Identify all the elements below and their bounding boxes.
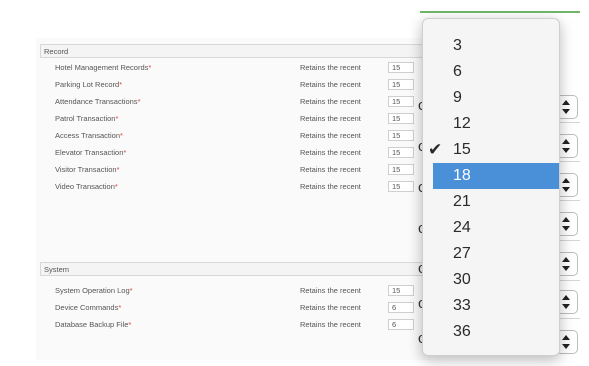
- retention-value-field[interactable]: 15: [388, 96, 414, 107]
- retention-row: Visitor Transaction* Retains the recent 15: [36, 163, 431, 177]
- retention-row: Parking Lot Record* Retains the recent 15: [36, 78, 431, 92]
- retention-value-field[interactable]: 15: [388, 79, 414, 90]
- retention-item-name: Access Transaction*: [55, 131, 123, 140]
- dropdown-option[interactable]: 27: [423, 241, 559, 267]
- dropdown-option[interactable]: 6: [423, 59, 559, 85]
- option-label: 6: [453, 63, 462, 80]
- retention-item-name: Parking Lot Record*: [55, 80, 123, 89]
- required-marker: *: [128, 320, 132, 329]
- retention-value-field[interactable]: 15: [388, 181, 414, 192]
- retains-label: Retains the recent: [300, 80, 361, 89]
- dropdown-option[interactable]: 3: [423, 33, 559, 59]
- retention-row: Access Transaction* Retains the recent 15: [36, 129, 431, 143]
- required-marker: *: [123, 148, 127, 157]
- retains-label: Retains the recent: [300, 97, 361, 106]
- retains-label: Retains the recent: [300, 165, 361, 174]
- check-icon: ✔: [428, 140, 443, 159]
- retention-row: Attendance Transactions* Retains the rece…: [36, 95, 431, 109]
- retention-item-name: Hotel Management Records*: [55, 63, 152, 72]
- record-section-header: Record: [40, 44, 431, 58]
- retains-label: Retains the recent: [300, 131, 361, 140]
- retains-label: Retains the recent: [300, 320, 361, 329]
- retains-label: Retains the recent: [300, 286, 361, 295]
- retention-row: System Operation Log* Retains the recent 1…: [36, 284, 431, 298]
- required-marker: *: [119, 80, 123, 89]
- dropdown-option[interactable]: 12: [423, 111, 559, 137]
- dropdown-option[interactable]: 30: [423, 267, 559, 293]
- top-accent-line: [420, 11, 580, 13]
- retention-item-name: Device Commands*: [55, 303, 122, 312]
- retention-value-field[interactable]: 15: [388, 285, 414, 296]
- option-label: 36: [453, 323, 471, 340]
- required-marker: *: [114, 182, 118, 191]
- retention-row: Patrol Transaction* Retains the recent 15: [36, 112, 431, 126]
- dropdown-option[interactable]: 9: [423, 85, 559, 111]
- required-marker: *: [129, 286, 133, 295]
- option-label: 24: [453, 219, 471, 236]
- option-label: 12: [453, 115, 471, 132]
- option-label: 21: [453, 193, 471, 210]
- option-label: 18: [453, 167, 471, 184]
- dropdown-option[interactable]: 18: [433, 163, 559, 189]
- retention-row: Database Backup File* Retains the recent 6: [36, 318, 431, 332]
- retention-row: Video Transaction* Retains the recent 15: [36, 180, 431, 194]
- option-label: 33: [453, 297, 471, 314]
- retains-label: Retains the recent: [300, 303, 361, 312]
- retention-value-field[interactable]: 15: [388, 130, 414, 141]
- required-marker: *: [120, 131, 123, 140]
- retention-item-name: Attendance Transactions*: [55, 97, 141, 106]
- required-marker: *: [137, 97, 141, 106]
- required-marker: *: [115, 114, 119, 123]
- data-retention-panel: Record Hotel Management Records* Retains …: [36, 38, 431, 360]
- retention-days-dropdown[interactable]: 3 6 9 12 ✔ 15 18 21 24 27 30 33 36: [422, 18, 560, 356]
- retains-label: Retains the recent: [300, 148, 361, 157]
- system-section-header: System: [40, 262, 431, 276]
- retains-label: Retains the recent: [300, 182, 361, 191]
- dropdown-option[interactable]: 36: [423, 319, 559, 345]
- required-marker: *: [118, 303, 122, 312]
- option-label: 30: [453, 271, 471, 288]
- retention-value-field[interactable]: 15: [388, 164, 414, 175]
- retention-value-field[interactable]: 15: [388, 113, 414, 124]
- retains-label: Retains the recent: [300, 63, 361, 72]
- retention-value-field[interactable]: 6: [388, 302, 414, 313]
- retains-label: Retains the recent: [300, 114, 361, 123]
- retention-row: Elevator Transaction* Retains the recent 1…: [36, 146, 431, 160]
- required-marker: *: [116, 165, 120, 174]
- retention-item-name: System Operation Log*: [55, 286, 133, 295]
- dropdown-option[interactable]: 33: [423, 293, 559, 319]
- retention-item-name: Visitor Transaction*: [55, 165, 120, 174]
- retention-item-name: Database Backup File*: [55, 320, 132, 329]
- dropdown-option[interactable]: 21: [423, 189, 559, 215]
- dropdown-option[interactable]: ✔ 15: [423, 137, 559, 163]
- retention-row: Device Commands* Retains the recent 6: [36, 301, 431, 315]
- retention-item-name: Video Transaction*: [55, 182, 118, 191]
- retention-item-name: Elevator Transaction*: [55, 148, 127, 157]
- retention-value-field[interactable]: 15: [388, 62, 414, 73]
- required-marker: *: [148, 63, 152, 72]
- retention-row: Hotel Management Records* Retains the rec…: [36, 61, 431, 75]
- retention-value-field[interactable]: 15: [388, 147, 414, 158]
- retention-item-name: Patrol Transaction*: [55, 114, 119, 123]
- dropdown-option[interactable]: 24: [423, 215, 559, 241]
- option-label: 9: [453, 89, 462, 106]
- option-label: 27: [453, 245, 471, 262]
- option-label: 15: [453, 141, 471, 158]
- option-label: 3: [453, 37, 462, 54]
- retention-value-field[interactable]: 6: [388, 319, 414, 330]
